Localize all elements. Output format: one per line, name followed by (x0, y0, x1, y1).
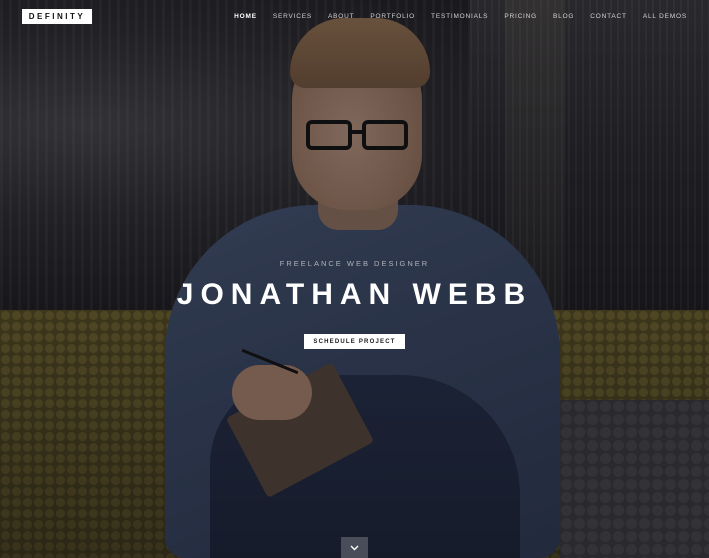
logo[interactable]: DEFINITY (22, 9, 92, 24)
schedule-project-button[interactable]: SCHEDULE PROJECT (304, 334, 405, 349)
nav-item-home[interactable]: HOME (226, 10, 265, 24)
chevron-down-icon (350, 545, 359, 550)
nav-item-contact[interactable]: CONTACT (582, 10, 635, 24)
nav-item-portfolio[interactable]: PORTFOLIO (362, 10, 423, 24)
hero-headline: JONATHAN WEBB (176, 278, 533, 311)
main-nav: HOME SERVICES ABOUT PORTFOLIO TESTIMONIA… (226, 10, 687, 24)
nav-item-about[interactable]: ABOUT (320, 10, 362, 24)
hero-section: DEFINITY HOME SERVICES ABOUT PORTFOLIO T… (0, 0, 709, 558)
scroll-down-button[interactable] (341, 537, 368, 558)
nav-item-all-demos[interactable]: ALL DEMOS (635, 10, 687, 24)
nav-item-testimonials[interactable]: TESTIMONIALS (423, 10, 496, 24)
nav-item-pricing[interactable]: PRICING (496, 10, 545, 24)
hero-subtitle: FREELANCE WEB DESIGNER (279, 259, 430, 268)
nav-item-services[interactable]: SERVICES (265, 10, 320, 24)
nav-item-blog[interactable]: BLOG (545, 10, 582, 24)
